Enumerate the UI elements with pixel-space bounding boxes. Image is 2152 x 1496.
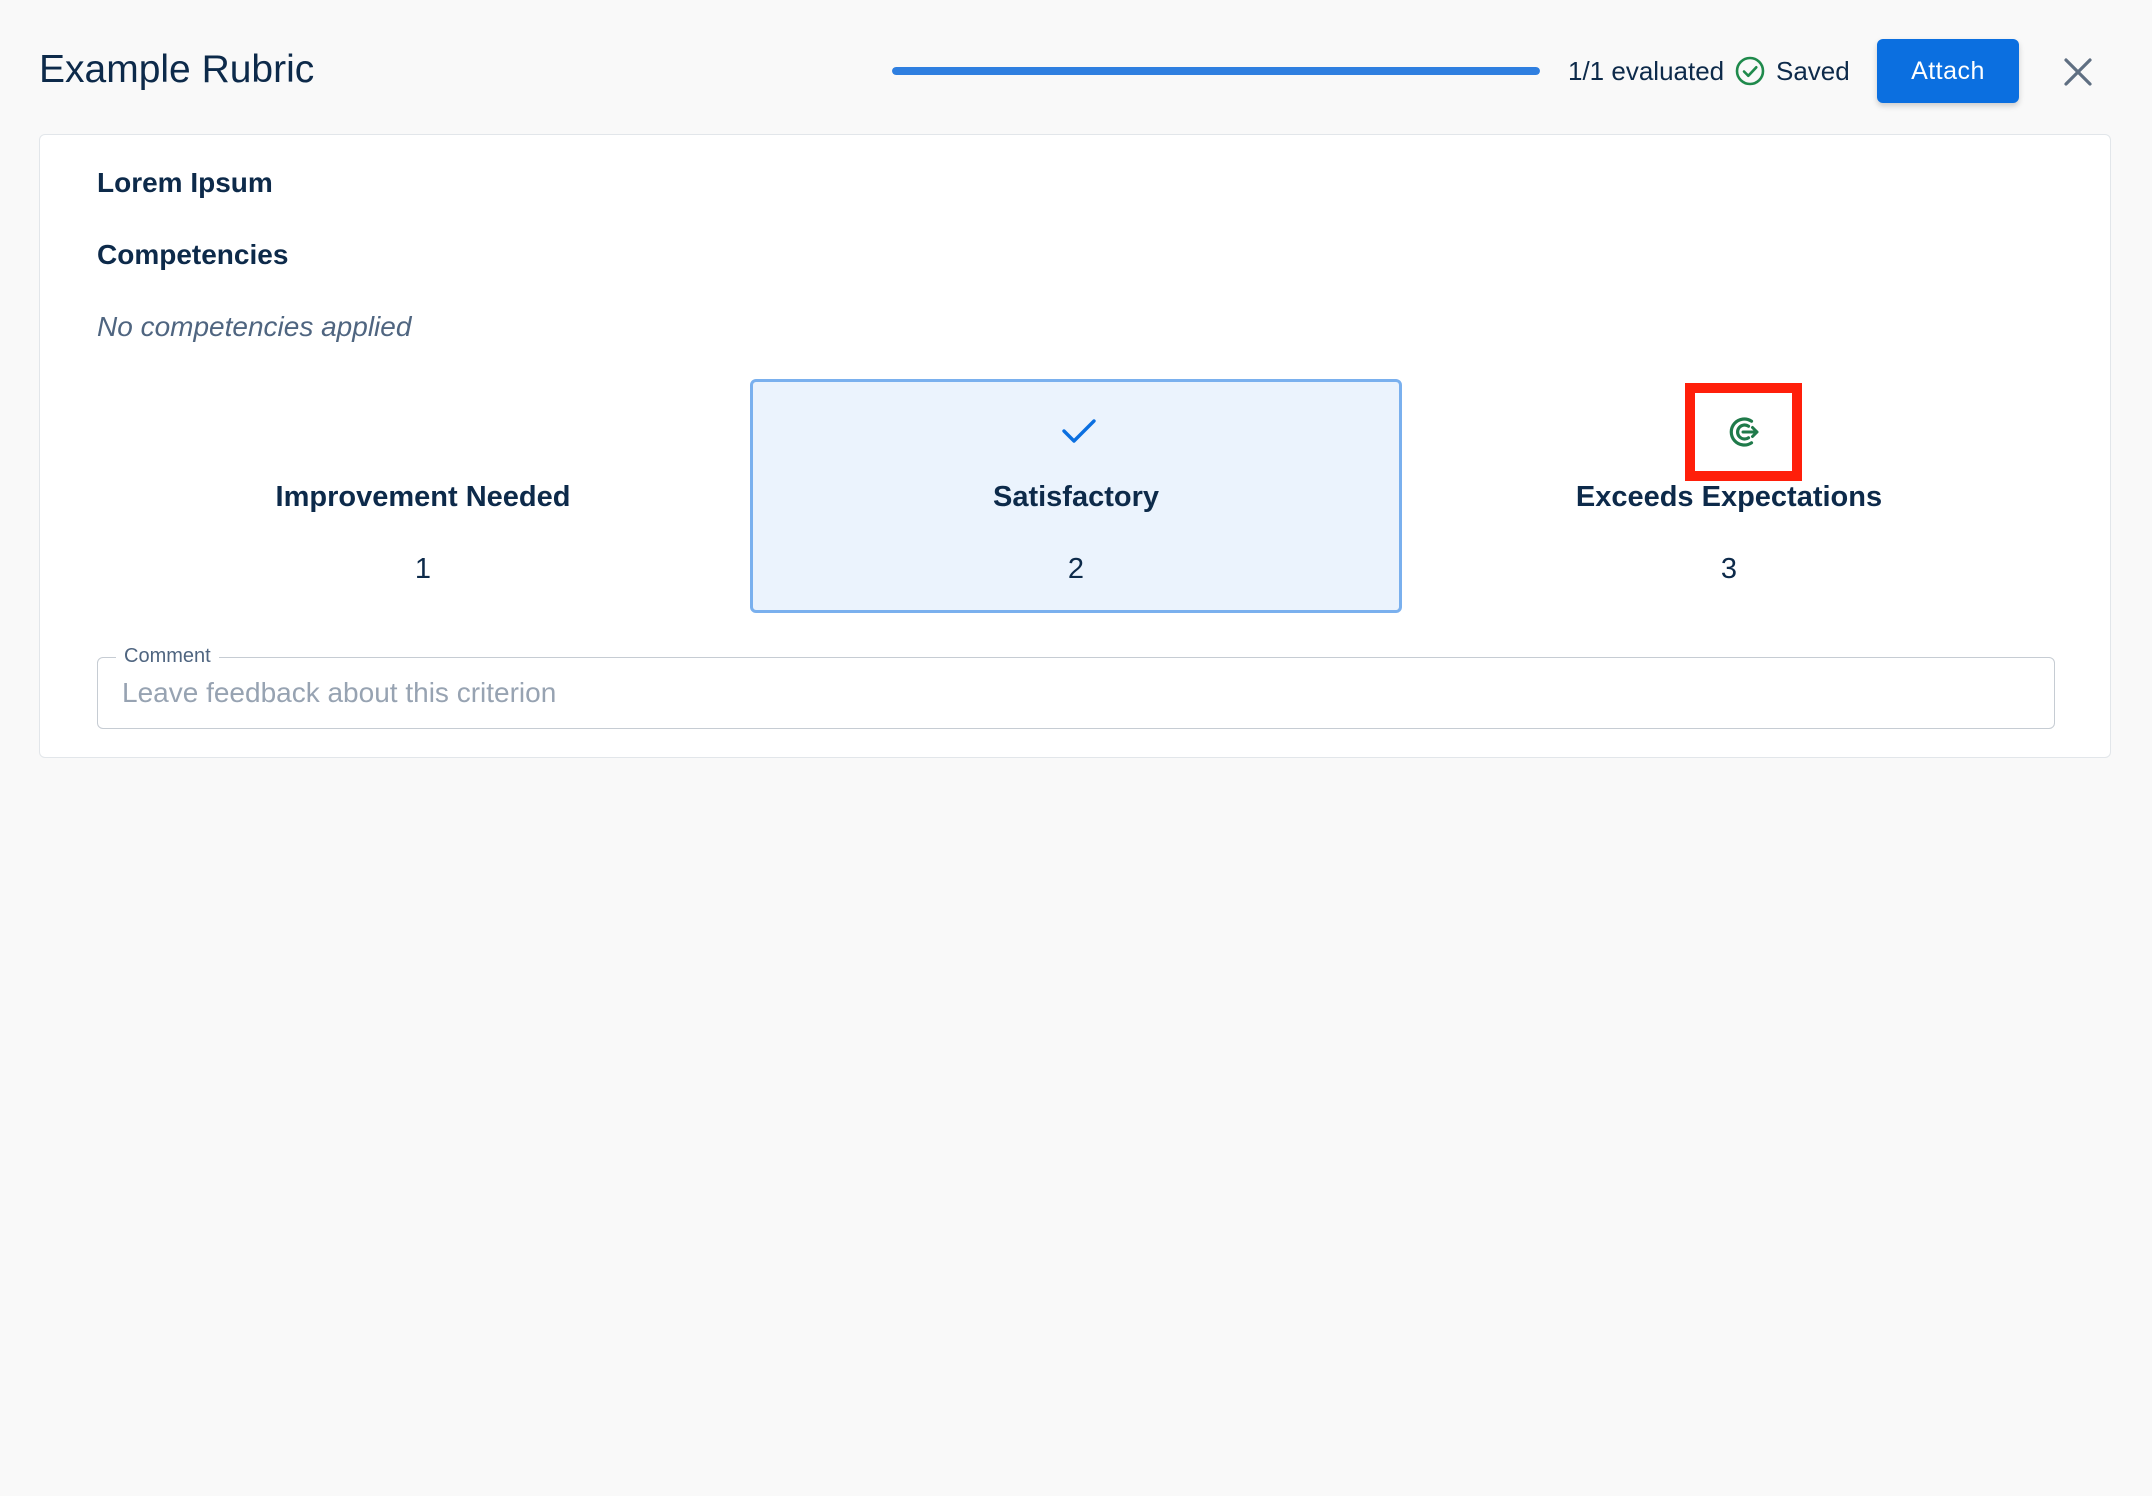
attach-button[interactable]: Attach bbox=[1877, 39, 2019, 103]
progress-fill bbox=[892, 67, 1540, 75]
comment-field[interactable]: Comment bbox=[97, 643, 2055, 729]
level-points: 2 bbox=[1067, 553, 1085, 585]
close-icon bbox=[2064, 58, 2092, 86]
level-name: Satisfactory bbox=[992, 481, 1159, 513]
evaluation-progress-bar bbox=[892, 67, 1540, 75]
level-points: 1 bbox=[414, 553, 432, 585]
competencies-heading: Competencies bbox=[97, 239, 289, 270]
criterion-title: Lorem Ipsum bbox=[97, 167, 273, 198]
level-improvement-needed[interactable]: Improvement Needed 1 bbox=[97, 379, 749, 613]
check-circle-icon bbox=[1735, 56, 1765, 86]
close-button[interactable] bbox=[2058, 52, 2098, 92]
level-name: Improvement Needed bbox=[275, 481, 571, 513]
level-points: 3 bbox=[1720, 553, 1738, 585]
rubric-header: Example Rubric 1/1 evaluated Saved Attac… bbox=[0, 0, 2152, 134]
comment-label: Comment bbox=[116, 643, 219, 669]
page-title: Example Rubric bbox=[39, 48, 315, 91]
competencies-empty-message: No competencies applied bbox=[97, 311, 412, 342]
brand-logo-icon bbox=[1729, 417, 1758, 447]
highlight-marker bbox=[1685, 383, 1802, 481]
level-name: Exceeds Expectations bbox=[1575, 481, 1883, 513]
saved-status: Saved bbox=[1776, 56, 1850, 86]
comment-input[interactable] bbox=[122, 672, 2022, 714]
level-satisfactory[interactable]: Satisfactory 2 bbox=[750, 379, 1402, 613]
evaluated-count: 1/1 evaluated bbox=[1568, 56, 1725, 86]
checkmark-icon bbox=[1062, 419, 1096, 443]
